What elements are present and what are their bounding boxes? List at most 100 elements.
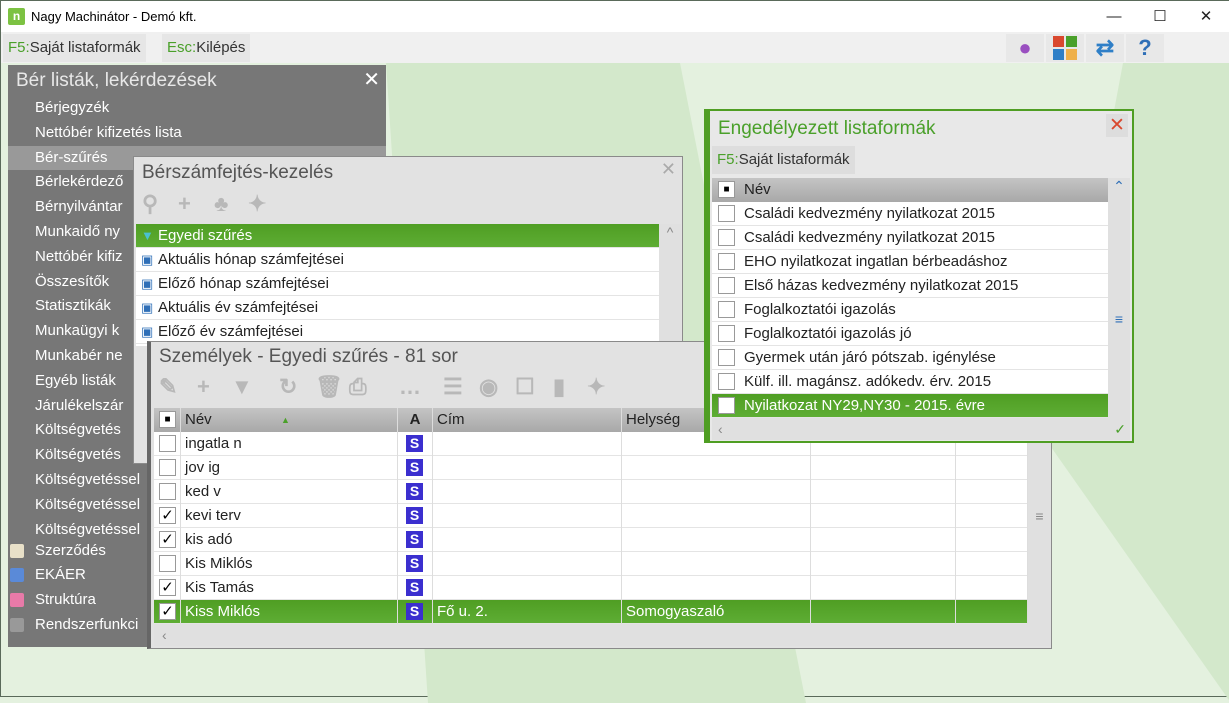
print-icon[interactable]: ⎙ [349, 374, 367, 400]
select-all-checkbox[interactable]: ■ [159, 411, 176, 428]
cell-nev: jov ig [181, 456, 398, 480]
exit-button[interactable]: Esc:Kilépés [162, 34, 251, 62]
delete-icon[interactable]: 🗑 [315, 374, 343, 400]
list-item-label: Külf. ill. magánsz. adókedv. érv. 2015 [744, 373, 992, 390]
app-logo-icon: n [8, 8, 25, 25]
list-item-label: Nyilatkozat NY29,NY30 - 2015. évre [744, 397, 985, 414]
row-checkbox[interactable] [718, 301, 735, 318]
list-item[interactable]: Családi kedvezmény nyilatkozat 2015 [712, 202, 1108, 226]
menu-item[interactable]: Nettóbér kifizetés lista [8, 121, 386, 145]
row-checkbox[interactable] [718, 229, 735, 246]
tiles-icon[interactable] [1046, 34, 1084, 62]
row-checkbox[interactable] [718, 397, 735, 414]
list-item[interactable]: Nyilatkozat NY29,NY30 - 2015. évre [712, 394, 1108, 418]
table-row[interactable]: ✓ Kis Tamás S [154, 576, 1028, 600]
help-icon[interactable]: ? [1126, 34, 1164, 62]
row-checkbox[interactable] [159, 483, 176, 500]
row-checkbox[interactable] [718, 253, 735, 270]
export-icon[interactable]: ☰ [443, 374, 463, 400]
maximize-button[interactable]: ☐ [1137, 1, 1183, 32]
tree-item[interactable]: ▣ Előző hónap számfejtései [136, 272, 659, 296]
row-checkbox[interactable] [159, 459, 176, 476]
row-checkbox[interactable] [718, 205, 735, 222]
more-icon[interactable]: … [399, 374, 421, 400]
row-checkbox[interactable] [718, 325, 735, 342]
add-icon[interactable]: + [178, 191, 191, 217]
cell-helyseg [622, 504, 811, 528]
tree-item[interactable]: ▣ Aktuális év számfejtései [136, 296, 659, 320]
horizontal-scrollbar[interactable]: ‹ [154, 624, 1051, 646]
column-header-cim[interactable]: Cím [433, 408, 622, 432]
close-icon[interactable]: ✕ [661, 159, 676, 180]
table-row[interactable]: jov ig S [154, 456, 1028, 480]
list-item[interactable]: Gyermek után járó pótszab. igénylése [712, 346, 1108, 370]
row-checkbox[interactable] [718, 373, 735, 390]
tree-icon[interactable]: ♣ [214, 191, 228, 217]
row-checkbox[interactable] [718, 349, 735, 366]
row-checkbox[interactable] [718, 277, 735, 294]
tree-item-label: Egyedi szűrés [158, 227, 253, 244]
switch-arrows-icon[interactable]: ⇄ [1086, 34, 1124, 62]
menu-item-label: Költségvetéssel [35, 520, 141, 538]
minimize-button[interactable]: — [1091, 1, 1137, 32]
horizontal-scrollbar[interactable]: ‹ ✓ [712, 418, 1130, 440]
row-checkbox[interactable]: ✓ [159, 531, 176, 548]
vertical-scrollbar[interactable]: ⌃ ≡ [1108, 178, 1130, 418]
row-checkbox[interactable]: ✓ [159, 579, 176, 596]
search-icon[interactable]: ⚲ [142, 191, 158, 217]
window-title: Nagy Machinátor - Demó kft. [31, 9, 197, 24]
vertical-scrollbar[interactable]: ^ [659, 224, 681, 346]
list-item[interactable]: Külf. ill. magánsz. adókedv. érv. 2015 [712, 370, 1108, 394]
close-icon[interactable]: ✕ [363, 67, 380, 92]
own-list-formats-button[interactable]: F5:Saját listaformák [3, 34, 146, 62]
list-item[interactable]: Foglalkoztatói igazolás [712, 298, 1108, 322]
list-item[interactable]: Családi kedvezmény nyilatkozat 2015 [712, 226, 1108, 250]
confirm-check-icon[interactable]: ✓ [1114, 418, 1126, 440]
refresh-icon[interactable]: ↻ [279, 374, 297, 400]
row-checkbox[interactable] [159, 555, 176, 572]
select-all-checkbox[interactable]: ■ [718, 181, 735, 198]
edit-icon[interactable]: ✎ [159, 374, 177, 400]
list-item[interactable]: Első házas kedvezmény nyilatkozat 2015 [712, 274, 1108, 298]
add-icon[interactable]: + [197, 374, 210, 400]
window-icon[interactable]: ☐ [515, 374, 535, 400]
list-item-label: Foglalkoztatói igazolás jó [744, 325, 912, 342]
user-icon[interactable]: ● [1006, 34, 1044, 62]
column-header-a[interactable]: A [398, 408, 433, 432]
row-checkbox[interactable]: ✓ [159, 507, 176, 524]
computer-icon: ▣ [141, 252, 154, 267]
close-button[interactable]: ✕ [1183, 1, 1229, 32]
tree-item-label: Aktuális hónap számfejtései [158, 251, 344, 268]
list-item[interactable]: EHO nyilatkozat ingatlan bérbeadáshoz [712, 250, 1108, 274]
filter-icon[interactable]: ▼ [231, 374, 253, 400]
row-checkbox[interactable]: ✓ [159, 603, 176, 620]
menu-item-label: Statisztikák [35, 297, 111, 315]
tree-item-label: Előző hónap számfejtései [158, 275, 329, 292]
row-checkbox[interactable] [159, 435, 176, 452]
view-icon[interactable]: ◉ [479, 374, 498, 400]
computer-icon: ▣ [141, 276, 154, 291]
tree-list: ▼ Egyedi szűrés ▣ Aktuális hónap számfejtés… [136, 224, 659, 346]
tree-item[interactable]: ▣ Aktuális hónap számfejtései [136, 248, 659, 272]
menu-item[interactable]: Bérjegyzék [8, 96, 386, 120]
table-row[interactable]: ✓ Kiss Miklós S Fő u. 2. Somogyaszaló [154, 600, 1028, 624]
pin-icon[interactable]: ✦ [248, 191, 266, 217]
list-item[interactable]: Foglalkoztatói igazolás jó [712, 322, 1108, 346]
table-row[interactable]: ✓ kis adó S [154, 528, 1028, 552]
column-header-nev[interactable]: Név ▲ [181, 408, 398, 432]
cell-nev: Kis Miklós [181, 552, 398, 576]
close-icon[interactable]: ✕ [1106, 114, 1128, 137]
table-row[interactable]: ked v S [154, 480, 1028, 504]
table-row[interactable]: Kis Miklós S [154, 552, 1028, 576]
column-header-nev[interactable]: Név [744, 178, 771, 202]
cell [811, 480, 956, 504]
tree-item[interactable]: ▼ Egyedi szűrés [136, 224, 659, 248]
pin-icon[interactable]: ✦ [587, 374, 605, 400]
chart-icon[interactable]: ▮ [553, 374, 565, 400]
table-row[interactable]: ✓ kevi terv S [154, 504, 1028, 528]
panel-title: Bér listák, lekérdezések [16, 70, 217, 91]
cell-nev: Kis Tamás [181, 576, 398, 600]
cell-helyseg [622, 552, 811, 576]
status-badge: S [406, 555, 423, 572]
own-list-formats-button[interactable]: F5:Saját listaformák [712, 146, 855, 174]
